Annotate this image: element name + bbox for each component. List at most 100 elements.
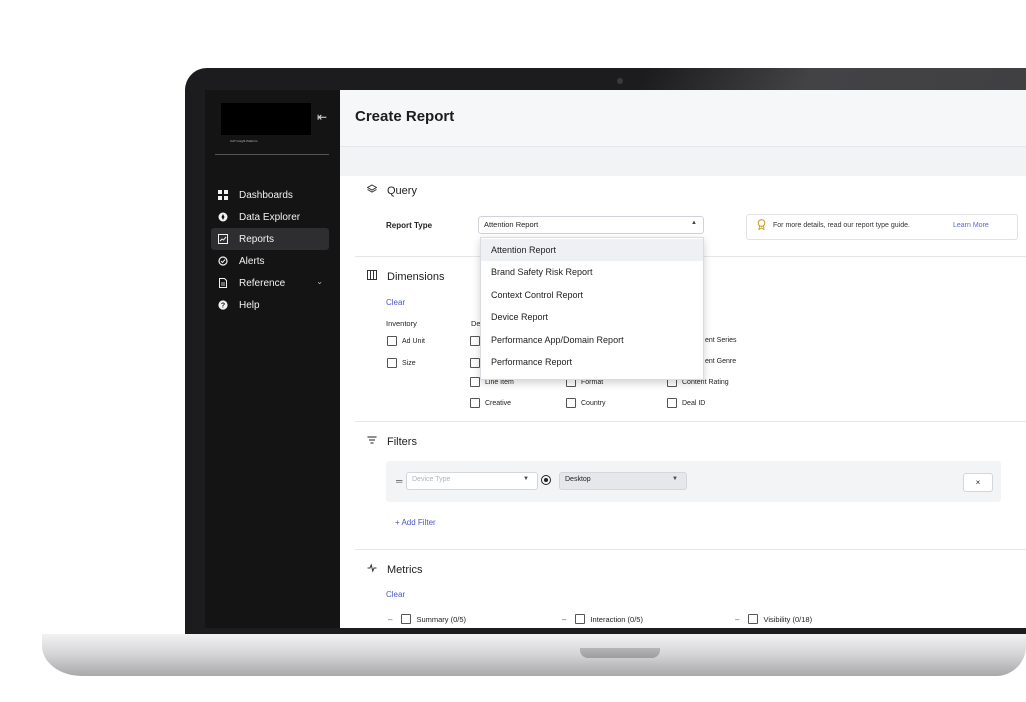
metric-group-interaction[interactable]: – Interaction (0/5) <box>562 614 643 624</box>
collapse-icon[interactable]: – <box>388 615 392 624</box>
section-divider <box>355 421 1026 422</box>
grid-icon <box>217 189 229 201</box>
caret-down-icon: ▼ <box>523 476 529 482</box>
report-type-select[interactable]: Attention Report ▲ <box>478 216 704 234</box>
sidebar-nav: Dashboards Data Explorer Reports Alerts <box>205 184 340 316</box>
sidebar: CAT Insight Platform ⇤ Dashboards Data E… <box>205 90 340 628</box>
filter-value: Desktop <box>565 476 591 483</box>
filter-icon <box>366 435 378 448</box>
laptop-screen: CAT Insight Platform ⇤ Dashboards Data E… <box>205 90 1026 628</box>
checkbox-label: ent Series <box>705 337 737 344</box>
sidebar-item-label: Data Explorer <box>239 211 301 223</box>
compass-icon <box>217 211 229 223</box>
sidebar-item-reference[interactable]: Reference ⌄ <box>211 272 329 294</box>
remove-filter-button[interactable]: × <box>963 473 993 492</box>
alert-icon <box>217 255 229 267</box>
checkbox[interactable] <box>575 614 586 624</box>
checkbox[interactable] <box>387 358 397 368</box>
report-icon <box>217 233 229 245</box>
metrics-section-title: Metrics <box>366 563 422 576</box>
help-icon: ? <box>217 299 229 311</box>
pulse-icon <box>366 563 378 576</box>
dimensions-clear-link[interactable]: Clear <box>386 298 405 307</box>
section-divider <box>355 549 1026 550</box>
collapse-sidebar-icon[interactable]: ⇤ <box>317 110 327 124</box>
checkbox-label: Creative <box>485 399 512 407</box>
info-text: For more details, read our report type g… <box>773 222 910 229</box>
sidebar-item-label: Help <box>239 299 260 311</box>
checkbox[interactable] <box>470 398 480 408</box>
filter-field-select[interactable]: Device Type ▼ <box>406 472 538 490</box>
dropdown-option-brand-safety-risk-report[interactable]: Brand Safety Risk Report <box>481 261 703 283</box>
dropdown-option-context-control-report[interactable]: Context Control Report <box>481 284 703 306</box>
add-filter-link[interactable]: + Add Filter <box>395 518 436 527</box>
checkbox[interactable] <box>566 398 576 408</box>
checkbox[interactable] <box>387 336 397 346</box>
radio-selected[interactable] <box>541 475 551 485</box>
report-type-value: Attention Report <box>484 220 539 229</box>
dropdown-option-device-report[interactable]: Device Report <box>481 306 703 328</box>
learn-more-link[interactable]: Learn More <box>953 222 989 229</box>
sidebar-item-reports[interactable]: Reports <box>211 228 329 250</box>
drag-handle-icon[interactable]: ═ <box>396 476 402 486</box>
collapse-icon[interactable]: – <box>562 615 566 624</box>
dimension-checkbox-ad-unit[interactable]: Ad Unit <box>387 336 425 346</box>
sidebar-item-help[interactable]: ? Help <box>211 294 329 316</box>
metric-group-label: Summary (0/5) <box>416 614 467 624</box>
metric-group-label: Visibility (0/18) <box>763 614 813 624</box>
checkbox-label: ent Genre <box>705 358 737 365</box>
page-header: Create Report <box>340 90 1026 147</box>
dimensions-section-title: Dimensions <box>366 270 444 283</box>
checkbox[interactable] <box>470 358 480 368</box>
report-type-info: For more details, read our report type g… <box>746 214 1018 240</box>
checkbox[interactable] <box>667 398 677 408</box>
checkbox[interactable] <box>470 336 480 346</box>
filter-value-select[interactable]: Desktop ▼ <box>559 472 687 490</box>
option-label: Context Control Report <box>491 290 584 300</box>
laptop-notch <box>580 648 660 658</box>
dimension-checkbox-deal-id[interactable]: Deal ID <box>667 398 705 408</box>
metrics-title-text: Metrics <box>387 563 423 576</box>
checkbox-label: Size <box>402 359 416 367</box>
checkbox[interactable] <box>401 614 412 624</box>
dimension-checkbox-content-genre[interactable]: ent Genre <box>705 358 736 365</box>
sidebar-item-data-explorer[interactable]: Data Explorer <box>211 206 329 228</box>
sidebar-item-alerts[interactable]: Alerts <box>211 250 329 272</box>
checkbox-label: Country <box>581 399 606 407</box>
sidebar-item-label: Alerts <box>239 255 265 267</box>
filter-row: ═ Device Type ▼ Desktop ▼ × <box>386 461 1001 502</box>
dimension-checkbox-content-series[interactable]: ent Series <box>705 337 737 344</box>
camera-icon <box>617 78 623 84</box>
filters-section-title: Filters <box>366 435 417 448</box>
dropdown-option-performance-app-domain-report[interactable]: Performance App/Domain Report <box>481 329 703 351</box>
dropdown-option-performance-report[interactable]: Performance Report <box>481 351 703 373</box>
award-icon <box>757 219 766 233</box>
laptop-base <box>42 634 1026 676</box>
collapse-icon[interactable]: – <box>735 615 739 624</box>
dropdown-option-attention-report[interactable]: Attention Report <box>481 239 703 261</box>
logo <box>221 103 311 135</box>
filters-title-text: Filters <box>387 435 417 448</box>
query-section-title: Query <box>366 184 417 197</box>
checkbox-label: Deal ID <box>682 399 706 407</box>
checkbox[interactable] <box>470 377 480 387</box>
columns-icon <box>366 270 378 283</box>
metric-group-summary[interactable]: – Summary (0/5) <box>388 614 466 624</box>
checkbox[interactable] <box>748 614 759 624</box>
dimension-checkbox-creative[interactable]: Creative <box>470 398 511 408</box>
option-label: Attention Report <box>491 245 557 255</box>
sidebar-item-dashboards[interactable]: Dashboards <box>211 184 329 206</box>
svg-text:?: ? <box>221 303 225 310</box>
checkbox-label: Ad Unit <box>402 337 425 345</box>
document-icon <box>217 277 229 289</box>
dimension-checkbox-country[interactable]: Country <box>566 398 606 408</box>
chevron-down-icon: ⌄ <box>316 277 323 286</box>
dimension-checkbox-size[interactable]: Size <box>387 358 416 368</box>
report-type-label: Report Type <box>386 221 433 230</box>
layers-icon <box>366 184 378 197</box>
sidebar-item-label: Reports <box>239 233 275 245</box>
dimensions-title-text: Dimensions <box>387 270 445 283</box>
metric-group-visibility[interactable]: – Visibility (0/18) <box>735 614 812 624</box>
metrics-clear-link[interactable]: Clear <box>386 590 405 599</box>
option-label: Performance App/Domain Report <box>491 335 624 345</box>
